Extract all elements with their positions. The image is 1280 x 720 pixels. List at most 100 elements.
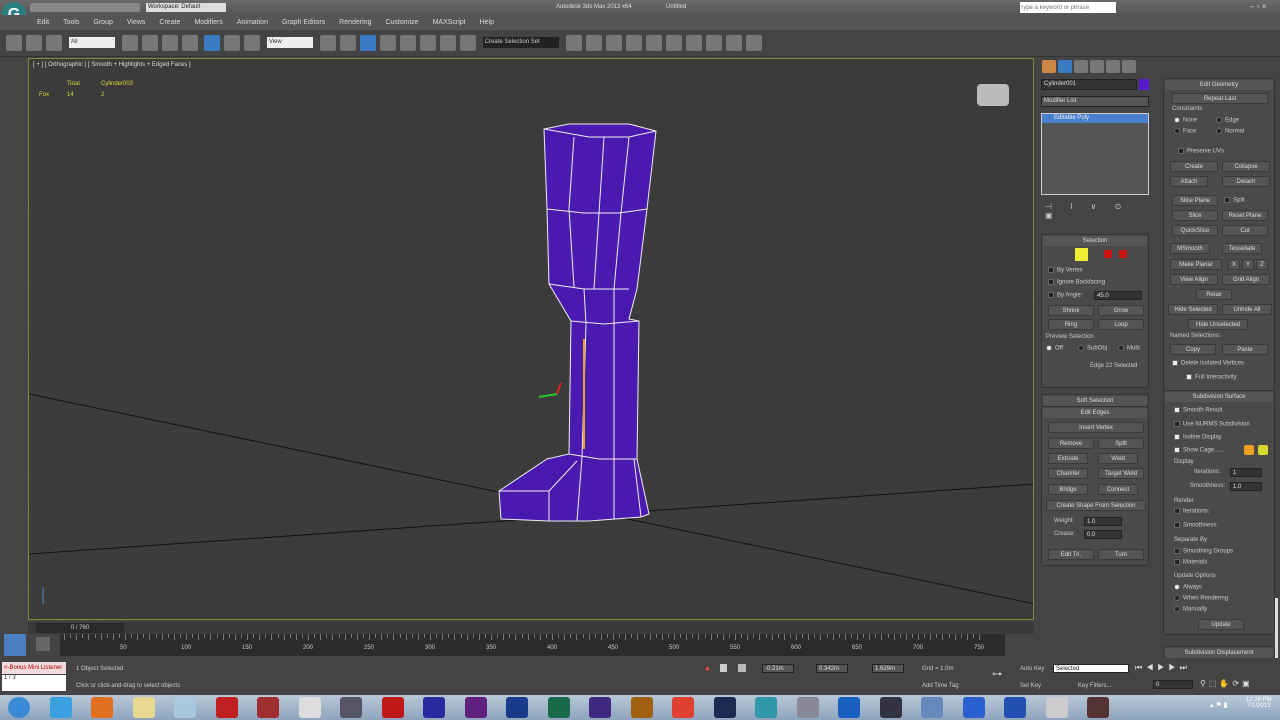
maxscript-input[interactable]: 1 / 3 [2,675,66,691]
disc-taskbar-icon[interactable] [1045,697,1068,718]
extrude-button[interactable]: Extrude [1048,453,1088,464]
menu-rendering[interactable]: Rendering [339,19,371,26]
create-tab-icon[interactable] [1042,60,1056,73]
ignore-backfacing-checkbox[interactable]: Ignore Backfacing [1048,279,1105,286]
tessellate-button[interactable]: Tessellate [1222,243,1262,254]
app2-taskbar-icon[interactable] [340,697,362,718]
track-bar-toggle-icon[interactable] [36,637,50,651]
collapse-button[interactable]: Collapse [1222,161,1270,172]
select-rotate-icon[interactable] [223,35,240,51]
manipulate-icon[interactable] [339,35,356,51]
menu-create[interactable]: Create [159,19,180,26]
absolute-mode-icon[interactable] [738,664,746,672]
attach-button[interactable]: Attach [1170,176,1208,187]
selection-title[interactable]: Selection [1043,236,1147,246]
key-filters-button[interactable]: Key Filters... [1078,683,1111,689]
align-icon[interactable] [585,35,602,51]
pivot-center-icon[interactable] [319,35,336,51]
utilities-tab-icon[interactable] [1122,60,1136,73]
reset-plane-button[interactable]: Reset Plane [1222,210,1268,221]
layer-manager-icon[interactable] [605,35,622,51]
angle-spinner[interactable]: 45.0 [1094,291,1142,300]
full-interactivity-checkbox[interactable]: Full Interactivity [1186,374,1237,381]
turn-button[interactable]: Turn [1098,549,1144,560]
stack-item-editable-poly[interactable]: Editable Poly [1042,114,1148,123]
copy-button[interactable]: Copy [1170,344,1216,355]
planar-y-button[interactable]: Y [1242,259,1254,270]
preview-off-radio[interactable]: Off [1046,345,1063,352]
insert-vertex-button[interactable]: Insert Vertex [1048,422,1144,433]
menu-views[interactable]: Views [127,19,146,26]
split-button[interactable]: Split [1098,438,1144,449]
connect-button[interactable]: Connect [1098,484,1138,495]
app7-taskbar-icon[interactable] [921,697,943,718]
menu-group[interactable]: Group [93,19,112,26]
planar-x-button[interactable]: X [1228,259,1240,270]
x-coordinate-field[interactable]: -0.21m [762,664,794,673]
loop-button[interactable]: Loop [1098,319,1144,330]
percent-snap-icon[interactable] [419,35,436,51]
subdivision-title[interactable]: Subdivision Surface [1165,392,1273,402]
view-align-button[interactable]: View Align [1170,274,1218,285]
element-mode-icon[interactable] [1119,250,1127,258]
always-radio[interactable]: Always [1174,584,1202,591]
isoline-display-checkbox[interactable]: Isoline Display [1174,434,1222,441]
window-crossing-icon[interactable] [181,35,198,51]
reference-coordinate-dropdown[interactable]: View [266,37,313,48]
illustrator-taskbar-icon[interactable] [630,697,653,718]
constraint-face-radio[interactable]: Face [1174,128,1196,135]
window-controls[interactable]: – ▫ × [1250,2,1266,11]
repeat-last-button[interactable]: Repeat Last [1172,93,1268,104]
render-icon[interactable] [745,35,762,51]
menu-edit[interactable]: Edit [37,19,49,26]
render-iterations-checkbox[interactable]: Iterations: [1174,508,1209,515]
object-color-swatch[interactable] [1139,79,1149,90]
isolate-icon[interactable]: ● [705,664,710,673]
msmooth-button[interactable]: MSmooth [1170,243,1210,254]
slice-button[interactable]: Slice [1172,210,1218,221]
auto-key-button[interactable]: Auto Key [1020,666,1044,672]
app4-taskbar-icon[interactable] [755,697,777,718]
motion-tab-icon[interactable] [1090,60,1104,73]
named-selection-dropdown[interactable]: Create Selection Set [482,37,559,48]
stack-controls[interactable]: ⊣ ǀ ∨ ⊙ ▣ [1045,202,1145,220]
render-smoothness-checkbox[interactable]: Smoothness: [1174,522,1218,529]
bridge-button[interactable]: Bridge [1048,484,1088,495]
by-vertex-checkbox[interactable]: By Vertex [1048,267,1083,274]
weld-button[interactable]: Weld [1098,453,1138,464]
display-smoothness-spinner[interactable]: 1.0 [1230,482,1262,491]
select-object-icon[interactable] [121,35,138,51]
quickslice-button[interactable]: QuickSlice [1172,225,1218,236]
mini-curve-editor-icon[interactable] [4,634,26,656]
keyboard-shortcut-icon[interactable] [359,35,376,51]
modifier-list-dropdown[interactable]: Modifier List [1041,96,1149,107]
tray-icons[interactable]: ▴ ⚑ ▮ [1210,701,1228,709]
filezilla-taskbar-icon[interactable] [215,697,238,718]
app-taskbar-icon[interactable] [257,697,279,718]
flash-taskbar-icon[interactable] [962,697,985,718]
preserve-uvs-checkbox[interactable]: Preserve UVs [1178,148,1224,155]
menu-help[interactable]: Help [480,19,494,26]
constraint-edge-radio[interactable]: Edge [1216,117,1239,124]
ring-button[interactable]: Ring [1048,319,1094,330]
schematic-view-icon[interactable] [665,35,682,51]
explorer-taskbar-icon[interactable] [132,697,155,718]
time-slider-thumb[interactable]: 0 / 760 [36,623,124,633]
set-key-button[interactable]: Set Key [1020,683,1041,689]
select-scale-icon[interactable] [243,35,260,51]
key-mode-dropdown[interactable]: Selected [1053,664,1129,673]
constraint-none-radio[interactable]: None [1174,117,1197,124]
app5-taskbar-icon[interactable] [796,697,819,718]
time-slider[interactable]: 0 / 760 [28,622,1034,634]
create-button[interactable]: Create [1170,161,1218,172]
link-icon[interactable] [6,35,22,51]
soft-selection-rollout[interactable]: Soft Selection [1041,394,1149,406]
detach-button[interactable]: Detach [1222,176,1270,187]
current-frame-field[interactable]: 0 [1153,680,1193,689]
lightroom-taskbar-icon[interactable] [713,697,736,718]
app6-taskbar-icon[interactable] [879,697,902,718]
start-taskbar-icon[interactable] [8,697,30,718]
firefox-taskbar-icon[interactable] [91,697,113,718]
audition-taskbar-icon[interactable] [547,697,570,718]
preview-subobj-radio[interactable]: SubObj [1078,345,1107,352]
